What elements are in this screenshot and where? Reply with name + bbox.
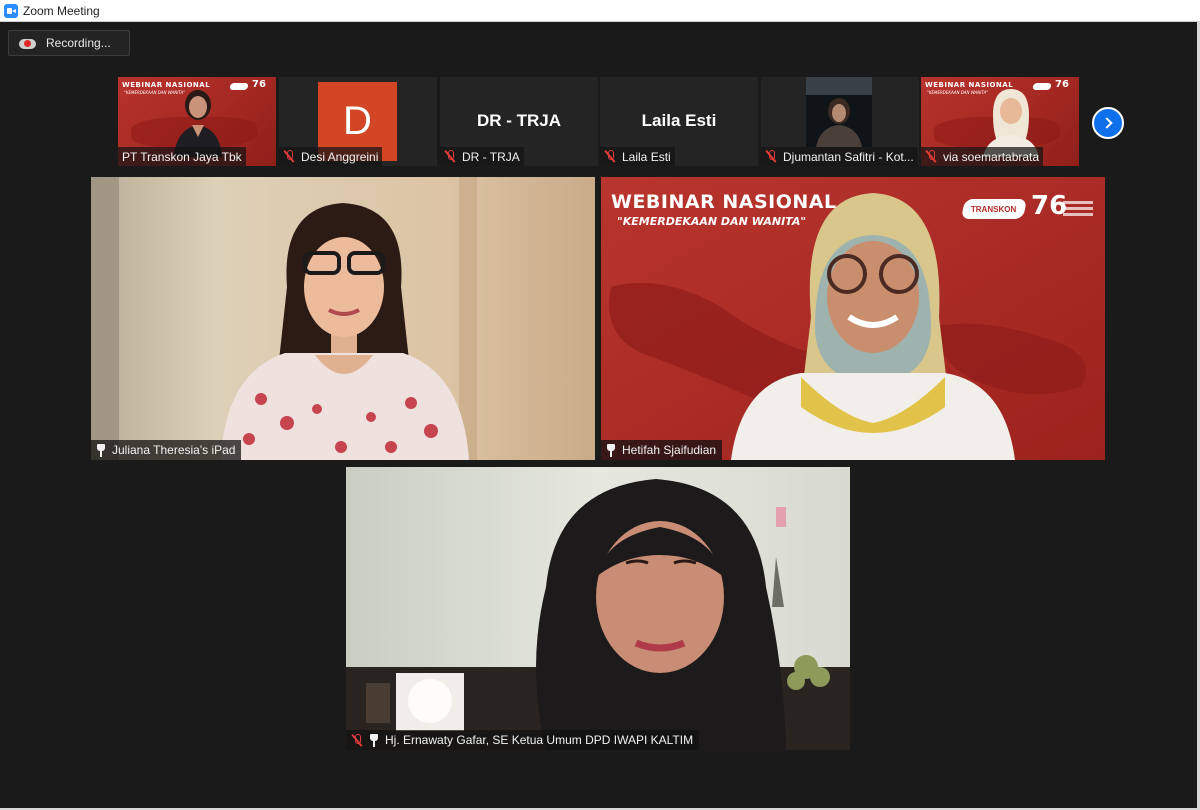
participant-display-name: Laila Esti [641, 111, 717, 130]
webinar-title-text: WEBINAR NASIONAL [611, 191, 837, 213]
video-tile-ernawaty[interactable]: Hj. Ernawaty Gafar, SE Ketua Umum DPD IW… [346, 467, 850, 750]
participant-video [91, 177, 595, 460]
muted-mic-icon [925, 150, 937, 163]
pin-icon [369, 733, 379, 747]
video-tile-hetifah[interactable]: WEBINAR NASIONAL "KEMERDEKAAN DAN WANITA… [601, 177, 1105, 460]
participant-name-label: Hj. Ernawaty Gafar, SE Ketua Umum DPD IW… [346, 730, 700, 750]
participant-name-label: Desi Anggreini [279, 147, 383, 166]
participant-tile-via[interactable]: WEBINAR NASIONAL "KEMERDEKAAN DAN WANITA… [921, 77, 1079, 166]
transkon-logo: TRANSKON [960, 199, 1028, 219]
webinar-subtitle-text: "KEMERDEKAAN DAN WANITA" [617, 215, 807, 228]
muted-mic-icon [283, 150, 295, 163]
badge-76: 76 [1055, 79, 1069, 90]
participant-video [806, 77, 872, 147]
chevron-right-icon [1100, 117, 1113, 129]
participant-name-label: Hetifah Sjaifudian [601, 440, 723, 460]
zoom-camera-icon [4, 3, 18, 18]
window-title: Zoom Meeting [23, 3, 100, 18]
video-tile-juliana[interactable]: Juliana Theresia's iPad [91, 177, 595, 460]
participant-name-label: Djumantan Safitri - Kot... [761, 147, 918, 166]
window-titlebar: Zoom Meeting [0, 0, 1200, 22]
pin-icon [96, 443, 106, 457]
transkon-logo [229, 83, 249, 90]
cloud-record-icon [19, 37, 36, 49]
participant-name-label: DR - TRJA [440, 147, 524, 166]
muted-mic-icon [351, 733, 363, 747]
webinar-subtitle-text: "KEMERDEKAAN DAN WANITA" [927, 90, 989, 95]
avatar-initial: D [343, 99, 372, 143]
recording-label: Recording... [46, 36, 111, 50]
participant-tile-dr-trja[interactable]: DR - TRJA DR - TRJA [440, 77, 598, 166]
next-page-button[interactable] [1092, 107, 1124, 139]
pin-icon [606, 443, 616, 457]
muted-mic-icon [444, 150, 456, 163]
participant-name-label: PT Transkon Jaya Tbk [118, 147, 246, 166]
participant-tile-laila[interactable]: Laila Esti Laila Esti [600, 77, 758, 166]
participant-tile-djumantan[interactable]: Djumantan Safitri - Kot... [761, 77, 919, 166]
muted-mic-icon [765, 150, 777, 163]
badge-76: 76 [1031, 191, 1068, 221]
participant-video [346, 467, 850, 750]
participant-name-label: Juliana Theresia's iPad [91, 440, 242, 460]
muted-mic-icon [604, 150, 616, 163]
participant-tile-transkon[interactable]: WEBINAR NASIONAL "KEMERDEKAAN DAN WANITA… [118, 77, 276, 166]
recording-indicator[interactable]: Recording... [8, 30, 130, 56]
participant-name-label: via soemartabrata [921, 147, 1044, 166]
participant-display-name: DR - TRJA [476, 111, 562, 130]
participant-name-label: Laila Esti [600, 147, 675, 166]
participant-tile-desi[interactable]: D Desi Anggreini [279, 77, 437, 166]
badge-76: 76 [252, 79, 266, 90]
